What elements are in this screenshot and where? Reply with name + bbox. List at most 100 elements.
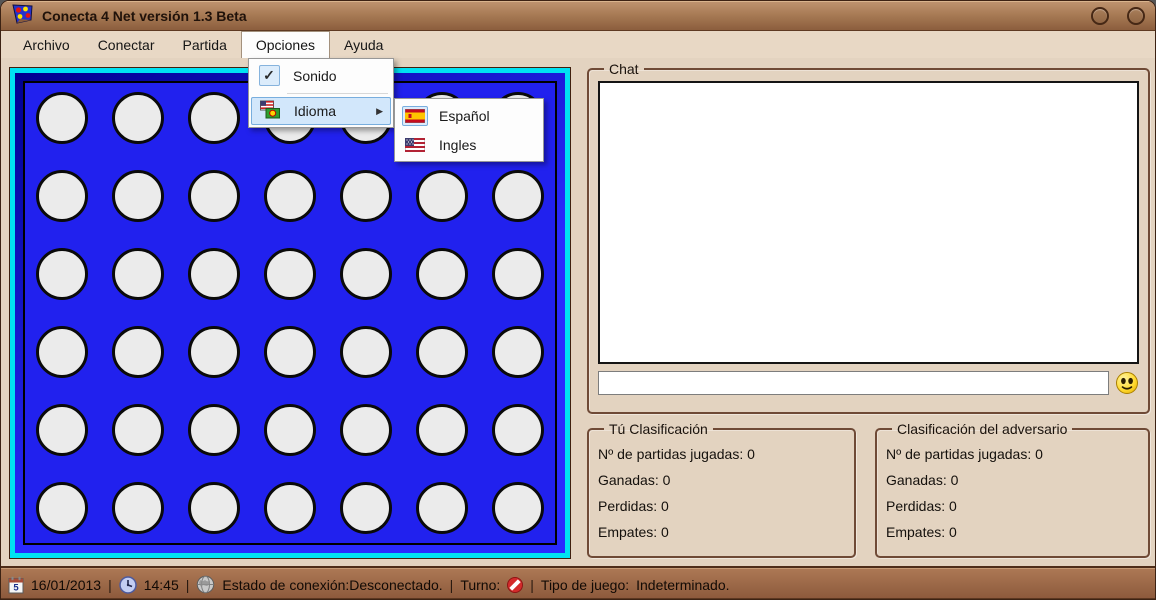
opponent-games-played: Nº de partidas jugadas: 0	[886, 446, 1043, 462]
board-cell[interactable]	[188, 404, 240, 456]
status-separator: |	[449, 576, 454, 593]
svg-text:5: 5	[13, 582, 19, 593]
board-cell[interactable]	[36, 404, 88, 456]
board-cell[interactable]	[112, 482, 164, 534]
board-cell[interactable]	[264, 326, 316, 378]
window-title: Conecta 4 Net versión 1.3 Beta	[42, 8, 247, 24]
menuitem-espanol-label: Español	[439, 107, 490, 124]
board-cell[interactable]	[416, 326, 468, 378]
close-circle-icon[interactable]	[1127, 7, 1145, 25]
board-cell[interactable]	[264, 170, 316, 222]
titlebar: Conecta 4 Net versión 1.3 Beta	[1, 1, 1155, 31]
status-separator: |	[185, 576, 190, 593]
menuitem-sonido-label: Sonido	[293, 67, 337, 84]
status-game-type-value: Indeterminado.	[636, 576, 730, 593]
menuitem-ingles[interactable]: Ingles	[397, 130, 541, 159]
your-losses: Perdidas: 0	[598, 498, 669, 514]
opponent-wins: Ganadas: 0	[886, 472, 959, 488]
menuitem-ingles-label: Ingles	[439, 136, 477, 153]
board-cell[interactable]	[492, 482, 544, 534]
board-cell[interactable]	[340, 170, 392, 222]
board-cell[interactable]	[340, 326, 392, 378]
board-cell[interactable]	[112, 248, 164, 300]
board-cell[interactable]	[112, 170, 164, 222]
menuitem-idioma[interactable]: Idioma ▶	[251, 97, 391, 125]
board-cell[interactable]	[36, 248, 88, 300]
status-connection: Estado de conexión:Desconectado.	[222, 576, 443, 593]
board-cell[interactable]	[492, 404, 544, 456]
board-cell[interactable]	[416, 404, 468, 456]
board-cell[interactable]	[492, 170, 544, 222]
opponent-losses: Perdidas: 0	[886, 498, 957, 514]
board-cell[interactable]	[188, 326, 240, 378]
your-draws: Empates: 0	[598, 524, 669, 540]
board-cell[interactable]	[264, 482, 316, 534]
your-games-played: Nº de partidas jugadas: 0	[598, 446, 755, 462]
spain-flag-icon	[402, 105, 428, 126]
minimize-circle-icon[interactable]	[1091, 7, 1109, 25]
status-game-type-label: Tipo de juego:	[540, 576, 630, 593]
chat-messages[interactable]	[598, 81, 1139, 364]
status-time: 14:45	[143, 576, 179, 593]
board-cell[interactable]	[340, 482, 392, 534]
menu-archivo[interactable]: Archivo	[9, 31, 84, 58]
board-cell[interactable]	[188, 92, 240, 144]
calendar-icon: 5	[8, 576, 24, 594]
menubar: Archivo Conectar Partida Opciones Ayuda	[1, 31, 1155, 58]
menuitem-sonido[interactable]: ✓ Sonido	[251, 61, 391, 90]
board-cell[interactable]	[492, 248, 544, 300]
board-cell[interactable]	[340, 248, 392, 300]
board-cell[interactable]	[416, 248, 468, 300]
chat-groupbox: Chat	[587, 61, 1150, 414]
chat-legend: Chat	[609, 61, 639, 77]
menu-conectar[interactable]: Conectar	[84, 31, 169, 58]
globe-icon	[196, 575, 215, 594]
board-cell[interactable]	[36, 170, 88, 222]
board-cell[interactable]	[112, 326, 164, 378]
menu-partida[interactable]: Partida	[169, 31, 241, 58]
your-stats-groupbox: Tú Clasificación Nº de partidas jugadas:…	[587, 421, 856, 558]
idioma-submenu-popup: Español Ingles	[394, 98, 544, 162]
your-stats-legend: Tú Clasificación	[609, 421, 708, 437]
connect4-board-icon	[11, 3, 34, 30]
board-cell[interactable]	[264, 404, 316, 456]
board-cell[interactable]	[188, 248, 240, 300]
board-cell[interactable]	[340, 404, 392, 456]
board-cell[interactable]	[112, 92, 164, 144]
menu-opciones[interactable]: Opciones	[240, 31, 331, 58]
menu-separator	[287, 93, 388, 94]
chat-input[interactable]	[598, 371, 1109, 395]
board-cell[interactable]	[36, 482, 88, 534]
board-cell[interactable]	[188, 170, 240, 222]
opponent-stats-legend: Clasificación del adversario	[897, 421, 1068, 437]
board-cell[interactable]	[492, 326, 544, 378]
us-flag-icon	[405, 137, 425, 152]
opciones-menu-popup: ✓ Sonido Idioma ▶	[248, 58, 394, 128]
menuitem-espanol[interactable]: Español	[397, 101, 541, 130]
board-cell[interactable]	[36, 92, 88, 144]
languages-icon	[259, 100, 281, 122]
board-cell[interactable]	[112, 404, 164, 456]
smiley-icon[interactable]	[1115, 371, 1139, 395]
status-separator: |	[108, 576, 112, 593]
clock-icon	[118, 575, 137, 594]
menu-ayuda[interactable]: Ayuda	[330, 31, 397, 58]
board-cell[interactable]	[416, 482, 468, 534]
statusbar: 5 16/01/2013 | 14:45 | Estado de conexió…	[1, 566, 1155, 599]
status-separator: |	[530, 576, 534, 593]
board-cell[interactable]	[36, 326, 88, 378]
chat-input-row	[598, 371, 1139, 395]
submenu-arrow-icon: ▶	[376, 105, 383, 116]
no-entry-icon	[507, 576, 524, 593]
your-wins: Ganadas: 0	[598, 472, 671, 488]
opponent-draws: Empates: 0	[886, 524, 957, 540]
opponent-stats-groupbox: Clasificación del adversario Nº de parti…	[875, 421, 1150, 558]
status-date: 16/01/2013	[31, 576, 102, 593]
app-window: Conecta 4 Net versión 1.3 Beta Archivo C…	[0, 0, 1156, 600]
status-turn-label: Turno:	[460, 576, 501, 593]
menuitem-idioma-label: Idioma	[294, 103, 337, 119]
board-cell[interactable]	[416, 170, 468, 222]
board-cell[interactable]	[188, 482, 240, 534]
checkmark-icon: ✓	[258, 65, 280, 86]
board-cell[interactable]	[264, 248, 316, 300]
